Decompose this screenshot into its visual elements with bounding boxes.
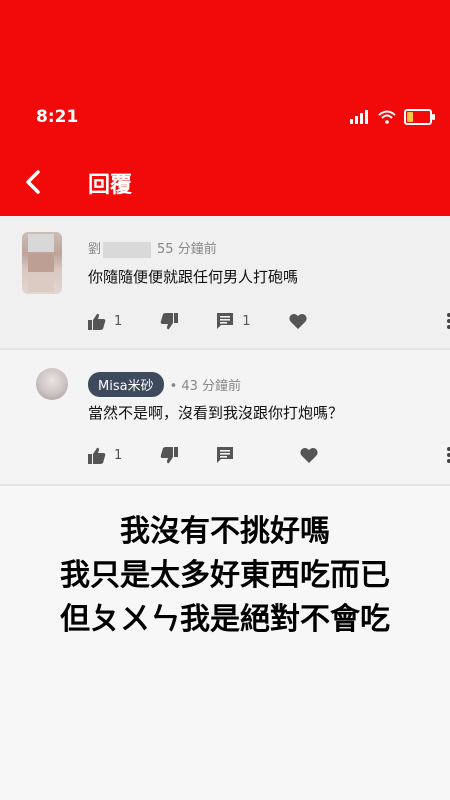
meme-caption: 我沒有不挑好嗎 我只是太多好東西吃而已 但ㄆㄨㄣ我是絕對不會吃 <box>0 510 450 642</box>
reply-card: Misa米砂 • 43 分鐘前 當然不是啊，沒看到我沒跟你打炮嗎？ 1 <box>0 350 450 486</box>
redacted-name <box>103 241 152 258</box>
comment-icon <box>217 447 234 463</box>
status-time: 8:21 <box>36 107 79 127</box>
heart-button[interactable] <box>288 313 307 329</box>
comment-time: • 43 分鐘前 <box>169 379 242 394</box>
thumbs-up-icon <box>88 313 106 330</box>
battery-icon <box>404 109 435 125</box>
caption-line: 但ㄆㄨㄣ我是絕對不會吃 <box>60 602 390 637</box>
avatar[interactable] <box>36 368 68 400</box>
thumbs-down-icon <box>160 312 179 329</box>
comment-text: 當然不是啊，沒看到我沒跟你打炮嗎？ <box>88 404 344 422</box>
app-bar: 回覆 <box>0 150 450 216</box>
wifi-icon <box>378 110 396 124</box>
signal-icon <box>350 110 368 124</box>
heart-icon <box>288 313 307 329</box>
comment-text: 你隨隨便便就跟任何男人打砲嗎 <box>88 268 299 286</box>
like-count: 1 <box>114 313 123 329</box>
thumbs-down-icon <box>160 446 179 463</box>
more-options-icon[interactable] <box>446 312 450 330</box>
avatar[interactable] <box>22 232 62 294</box>
reply-button[interactable]: 1 <box>216 312 251 330</box>
caption-line: 我只是太多好東西吃而已 <box>60 558 390 593</box>
more-options-icon[interactable] <box>446 446 450 464</box>
author-badge[interactable]: Misa米砂 <box>88 372 164 397</box>
reply-button[interactable] <box>216 446 234 464</box>
back-arrow-icon[interactable] <box>20 168 48 196</box>
status-bar: 8:21 <box>0 95 450 141</box>
heart-button[interactable] <box>300 447 318 463</box>
like-button[interactable]: 1 <box>88 447 122 464</box>
caption-line: 我沒有不挑好嗎 <box>120 514 330 549</box>
comment-meta: Misa米砂 • 43 分鐘前 <box>88 372 241 397</box>
like-count: 1 <box>114 447 123 463</box>
comment-author[interactable]: 劉 <box>88 242 101 257</box>
page-title: 回覆 <box>88 173 133 198</box>
comment-card: 劉 55 分鐘前 你隨隨便便就跟任何男人打砲嗎 1 1 <box>0 216 450 350</box>
thumbs-up-icon <box>88 447 106 464</box>
like-button[interactable]: 1 <box>88 313 122 330</box>
dislike-button[interactable] <box>160 312 179 330</box>
comment-time: 55 分鐘前 <box>157 242 217 257</box>
comment-actions: 1 1 <box>88 312 345 330</box>
comment-meta: 劉 55 分鐘前 <box>88 238 217 258</box>
heart-icon <box>300 447 318 463</box>
status-icons <box>350 109 435 125</box>
comment-icon <box>217 313 234 329</box>
reply-count: 1 <box>242 313 251 329</box>
dislike-button[interactable] <box>160 446 179 464</box>
comment-actions: 1 <box>88 446 356 464</box>
